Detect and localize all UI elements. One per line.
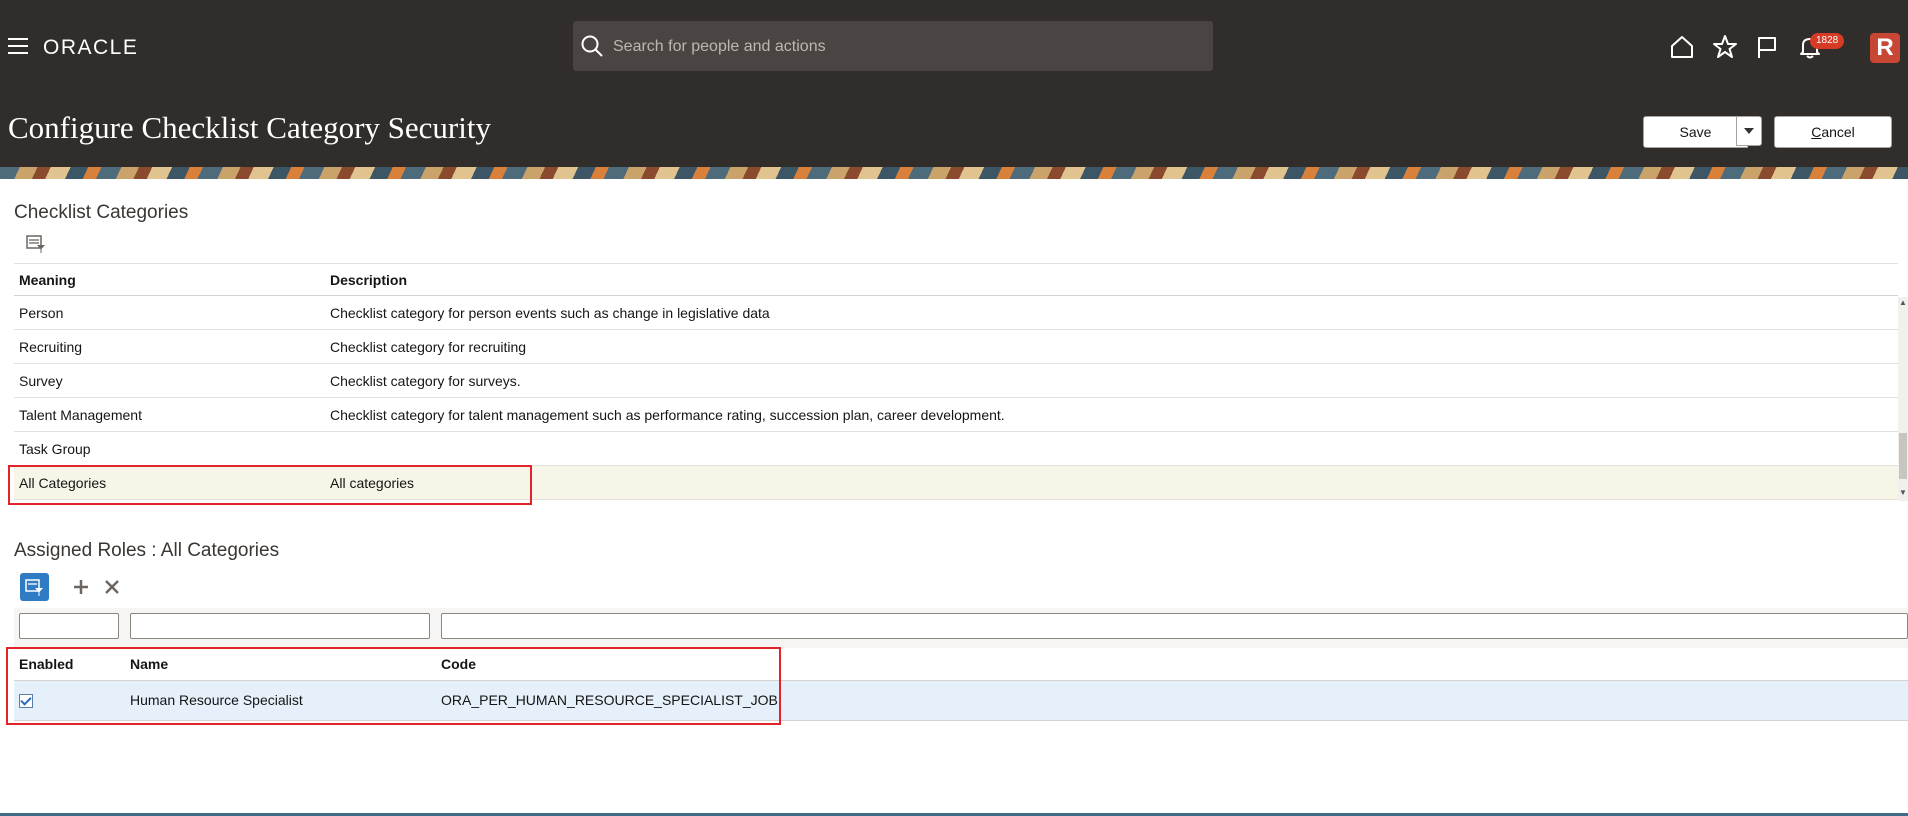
save-button[interactable]: Save xyxy=(1643,116,1748,148)
table-row[interactable]: Task Group xyxy=(14,432,1898,466)
scroll-down-icon[interactable]: ▼ xyxy=(1899,489,1907,497)
scroll-up-icon[interactable]: ▲ xyxy=(1899,299,1907,307)
cell-enabled xyxy=(14,680,125,720)
cell-description: Checklist category for surveys. xyxy=(330,372,521,389)
scrollbar-thumb[interactable] xyxy=(1899,433,1907,479)
cell-description: Checklist category for talent management… xyxy=(330,406,1005,423)
hamburger-icon[interactable] xyxy=(8,38,28,54)
cell-meaning: Talent Management xyxy=(19,406,142,423)
assigned-roles-table: Enabled Name Code Human Resource Special… xyxy=(14,648,1908,721)
table-row[interactable]: Recruiting Checklist category for recrui… xyxy=(14,330,1898,364)
checklist-categories-title: Checklist Categories xyxy=(14,202,189,223)
star-icon[interactable] xyxy=(1712,34,1738,60)
cancel-button[interactable]: Cancel xyxy=(1774,116,1892,148)
enabled-checkbox[interactable] xyxy=(19,693,33,708)
query-by-example-icon[interactable] xyxy=(24,232,48,256)
cell-meaning: Survey xyxy=(19,372,63,389)
column-header-description[interactable]: Description xyxy=(325,264,1898,296)
cell-meaning: Recruiting xyxy=(19,338,83,355)
x-icon[interactable] xyxy=(100,575,124,599)
page-title: Configure Checklist Category Security xyxy=(8,110,491,145)
plus-icon[interactable] xyxy=(69,575,93,599)
avatar[interactable]: R xyxy=(1870,33,1900,63)
filter-code-input[interactable] xyxy=(441,613,1908,639)
cell-description: Checklist category for recruiting xyxy=(330,338,527,355)
notification-badge[interactable]: 1828 xyxy=(1810,33,1845,49)
flag-icon[interactable] xyxy=(1755,34,1781,60)
table-row-selected[interactable]: All Categories All categories xyxy=(14,465,1898,500)
cell-meaning: All Categories xyxy=(19,474,107,491)
column-header-enabled[interactable]: Enabled xyxy=(14,648,125,680)
global-search[interactable] xyxy=(573,21,1213,73)
oracle-logo[interactable]: ORACLE xyxy=(43,36,138,60)
search-icon xyxy=(581,35,603,57)
cell-description: All categories xyxy=(330,474,415,491)
global-header: ORACLE 1828 R Configure Checklist Catego… xyxy=(0,0,1908,167)
assigned-roles-title: Assigned Roles : All Categories xyxy=(14,540,280,561)
cell-meaning: Task Group xyxy=(19,440,91,457)
save-options-dropdown[interactable] xyxy=(1736,116,1762,146)
cell-code: ORA_PER_HUMAN_RESOURCE_SPECIALIST_JOB xyxy=(441,692,778,708)
home-icon[interactable] xyxy=(1669,34,1695,60)
column-header-code[interactable]: Code xyxy=(436,648,1908,680)
query-by-example-icon xyxy=(25,579,43,596)
checklist-categories-table: Meaning Description Person Checklist cat… xyxy=(14,263,1898,500)
filter-enabled-input[interactable] xyxy=(19,613,119,639)
table-row[interactable]: Talent Management Checklist category for… xyxy=(14,398,1898,432)
table-row[interactable]: Human Resource Specialist ORA_PER_HUMAN_… xyxy=(14,680,1908,720)
cell-description: Checklist category for person events suc… xyxy=(330,304,770,321)
cancel-mnemonic: C xyxy=(1811,124,1822,140)
filter-name-input[interactable] xyxy=(130,613,430,639)
categories-scrollbar[interactable]: ▲ ▼ xyxy=(1898,297,1908,501)
cell-description xyxy=(325,432,1898,466)
filter-row xyxy=(14,608,1908,648)
table-row[interactable]: Person Checklist category for person eve… xyxy=(14,296,1898,330)
column-header-meaning[interactable]: Meaning xyxy=(14,264,325,296)
query-by-example-toggle[interactable] xyxy=(20,573,49,601)
table-row[interactable]: Survey Checklist category for surveys. xyxy=(14,364,1898,398)
decorative-banner xyxy=(0,167,1908,179)
column-header-name[interactable]: Name xyxy=(125,648,436,680)
cancel-label: ancel xyxy=(1821,124,1855,140)
table-header-row: Meaning Description xyxy=(14,263,1898,296)
cell-meaning: Person xyxy=(19,304,64,321)
table-header-row: Enabled Name Code xyxy=(14,648,1908,680)
cell-name: Human Resource Specialist xyxy=(130,692,303,708)
search-input[interactable] xyxy=(611,21,1205,73)
